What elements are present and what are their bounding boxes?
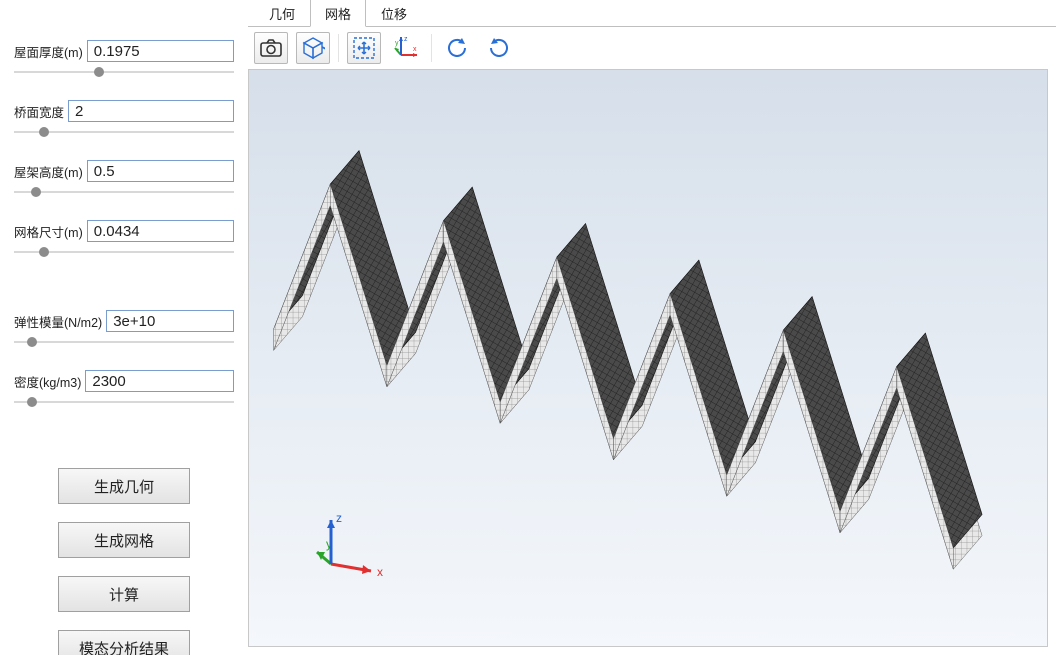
fit-view-icon — [352, 36, 376, 60]
density-slider[interactable] — [14, 395, 234, 409]
rotate-ccw-button[interactable] — [440, 32, 474, 64]
isometric-view-button[interactable] — [296, 32, 330, 64]
compute-button[interactable]: 计算 — [58, 576, 190, 612]
param-row-density: 密度(kg/m3) — [14, 370, 234, 392]
rotate-cw-button[interactable] — [482, 32, 516, 64]
mesh-size-slider[interactable] — [14, 245, 234, 259]
axes-toggle-button[interactable]: x y z — [389, 32, 423, 64]
triad-z-label: z — [336, 511, 342, 525]
modal-results-button[interactable]: 模态分析结果 — [58, 630, 190, 655]
param-label: 屋面厚度(m) — [14, 42, 87, 61]
param-row-truss-height: 屋架高度(m) — [14, 160, 234, 182]
toolbar-separator — [338, 34, 339, 62]
param-row-deck-width: 桥面宽度 — [14, 100, 234, 122]
mesh-size-input[interactable] — [87, 220, 234, 242]
rotate-ccw-icon — [444, 35, 470, 61]
generate-geometry-button[interactable]: 生成几何 — [58, 468, 190, 504]
camera-icon — [260, 39, 282, 57]
truss-height-input[interactable] — [87, 160, 234, 182]
viewport-toolbar: x y z — [248, 27, 1056, 69]
svg-text:z: z — [404, 36, 408, 43]
roof-thickness-slider[interactable] — [14, 65, 234, 79]
param-label: 密度(kg/m3) — [14, 372, 85, 391]
main-panel: 几何 网格 位移 — [248, 0, 1056, 655]
param-label: 桥面宽度 — [14, 102, 68, 121]
param-label: 网格尺寸(m) — [14, 222, 87, 241]
tab-mesh[interactable]: 网格 — [310, 0, 366, 27]
rotate-cw-icon — [486, 35, 512, 61]
deck-width-slider[interactable] — [14, 125, 234, 139]
axes-toggle-icon: x y z — [393, 35, 419, 61]
svg-text:x: x — [413, 46, 417, 53]
fit-view-button[interactable] — [347, 32, 381, 64]
isometric-view-icon — [301, 36, 325, 60]
screenshot-button[interactable] — [254, 32, 288, 64]
young-modulus-input[interactable] — [106, 310, 234, 332]
param-row-roof-thickness: 屋面厚度(m) — [14, 40, 234, 62]
tabs: 几何 网格 位移 — [248, 0, 1056, 26]
param-label: 弹性模量(N/m2) — [14, 312, 106, 331]
density-input[interactable] — [85, 370, 234, 392]
tab-geometry[interactable]: 几何 — [254, 0, 310, 26]
param-label: 屋架高度(m) — [14, 162, 87, 181]
young-modulus-slider[interactable] — [14, 335, 234, 349]
tab-displacement[interactable]: 位移 — [366, 0, 422, 26]
triad-x-label: x — [377, 565, 383, 579]
orientation-triad: x y z — [309, 506, 389, 586]
truss-height-slider[interactable] — [14, 185, 234, 199]
sidebar: 屋面厚度(m) 桥面宽度 屋架高度(m) 网格尺寸(m) 弹性模量(N/m2) … — [0, 0, 248, 655]
deck-width-input[interactable] — [68, 100, 234, 122]
param-row-young-modulus: 弹性模量(N/m2) — [14, 310, 234, 332]
svg-text:y: y — [395, 40, 399, 47]
viewport-3d[interactable]: x y z — [248, 69, 1048, 647]
param-row-mesh-size: 网格尺寸(m) — [14, 220, 234, 242]
roof-thickness-input[interactable] — [87, 40, 234, 62]
toolbar-separator — [431, 34, 432, 62]
generate-mesh-button[interactable]: 生成网格 — [58, 522, 190, 558]
